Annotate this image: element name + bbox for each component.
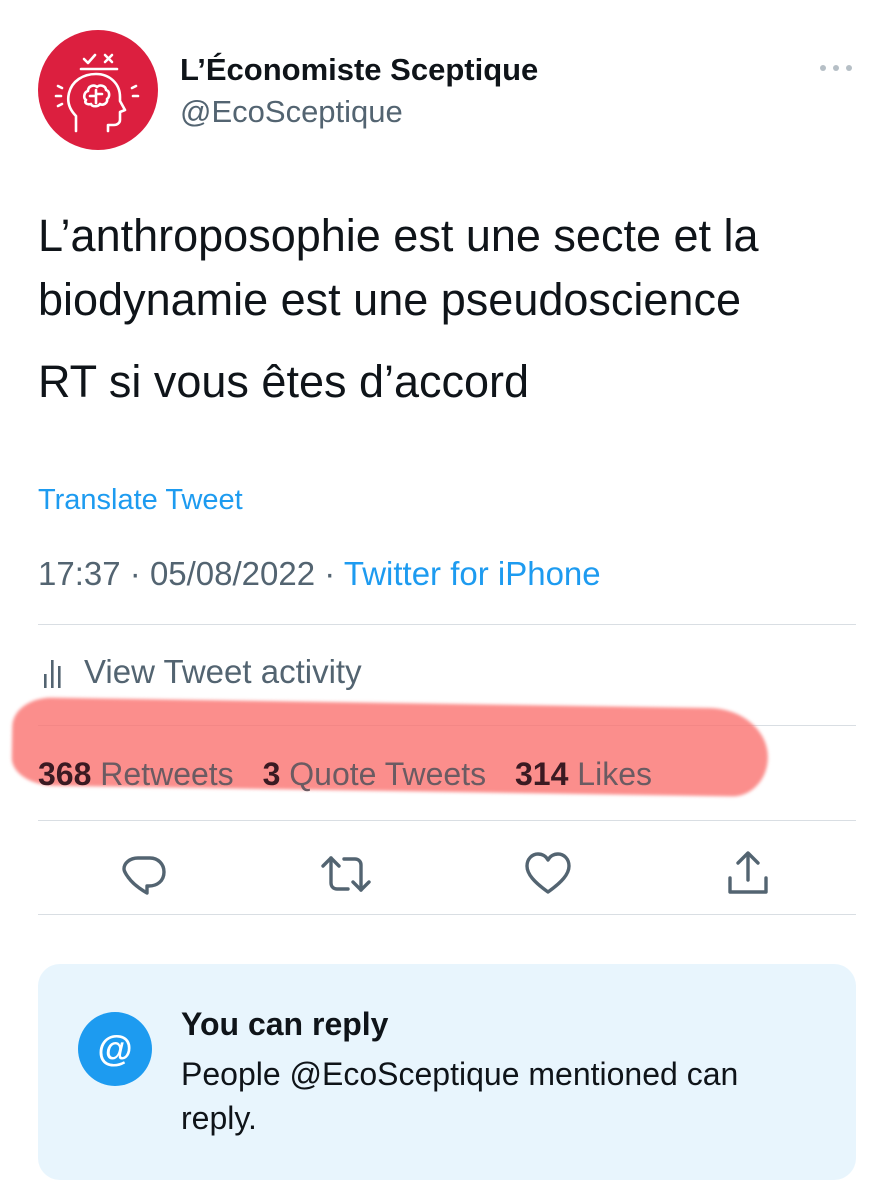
display-name[interactable]: L’Économiste Sceptique [180, 50, 538, 90]
retweet-icon[interactable] [320, 850, 371, 898]
more-options-icon[interactable] [816, 56, 856, 80]
divider [38, 914, 856, 915]
avatar[interactable] [38, 30, 158, 150]
tweet-line: RT si vous êtes d’accord [38, 356, 530, 407]
tweet-date: 05/08/2022 [149, 555, 316, 592]
at-sign-icon: @ [78, 1012, 152, 1086]
like-icon[interactable] [524, 850, 572, 898]
quote-tweets-label[interactable]: Quote Tweets [289, 756, 486, 792]
divider [38, 624, 856, 625]
tweet-line: L’anthroposophie est une secte et la bio… [38, 210, 759, 325]
reply-icon[interactable] [120, 850, 168, 898]
tweet-header: L’Économiste Sceptique @EcoSceptique [38, 30, 856, 150]
retweets-count[interactable]: 368 [38, 756, 91, 792]
tweet-meta: 17:37 · 05/08/2022 · Twitter for iPhone [38, 554, 601, 594]
reply-card-title: You can reply [181, 1006, 389, 1042]
translate-tweet-link[interactable]: Translate Tweet [38, 482, 243, 518]
share-icon[interactable] [724, 850, 772, 898]
meta-separator: · [324, 555, 336, 592]
quote-tweets-count[interactable]: 3 [263, 756, 281, 792]
divider [38, 820, 856, 821]
bar-chart-icon [44, 660, 61, 688]
tweet-text: L’anthroposophie est une secte et la bio… [38, 204, 868, 414]
author-names: L’Économiste Sceptique @EcoSceptique [180, 50, 538, 132]
reply-card-body: People @EcoSceptique mentioned can reply… [181, 1056, 739, 1136]
retweets-label[interactable]: Retweets [100, 756, 233, 792]
meta-separator: · [129, 555, 141, 592]
reply-permission-card: @ You can reply People @EcoSceptique men… [38, 964, 856, 1180]
action-bar [38, 830, 856, 914]
head-brain-icon [54, 53, 140, 133]
view-tweet-activity-button[interactable]: View Tweet activity [38, 652, 362, 692]
view-tweet-activity-label: View Tweet activity [84, 653, 362, 690]
handle[interactable]: @EcoSceptique [180, 92, 538, 132]
tweet-stats: 368 Retweets 3 Quote Tweets 314 Likes [38, 754, 652, 794]
likes-count[interactable]: 314 [515, 756, 568, 792]
tweet-time: 17:37 [38, 555, 121, 592]
tweet-source-link[interactable]: Twitter for iPhone [344, 555, 601, 592]
likes-label[interactable]: Likes [577, 756, 652, 792]
